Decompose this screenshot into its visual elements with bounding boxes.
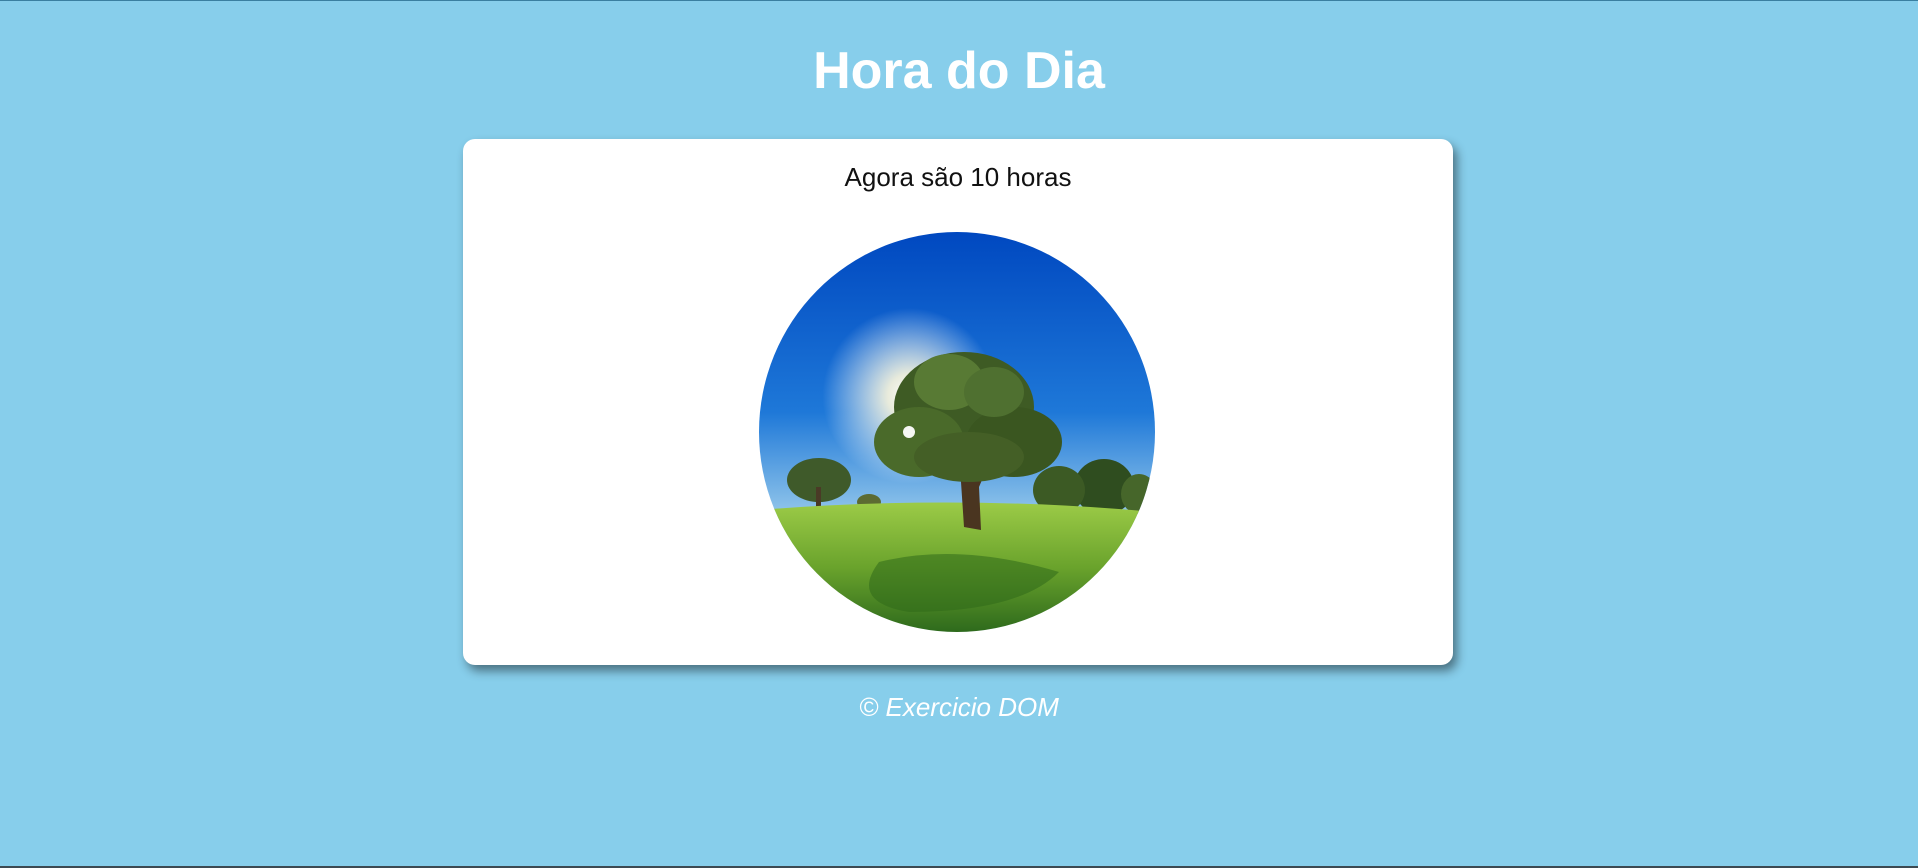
page-title: Hora do Dia xyxy=(813,42,1105,100)
footer-copyright: © Exercicio DOM xyxy=(859,692,1059,722)
content-card: Agora são 10 horas xyxy=(463,139,1453,665)
time-message: Agora são 10 horas xyxy=(844,162,1072,192)
morning-landscape-image xyxy=(759,232,1155,632)
